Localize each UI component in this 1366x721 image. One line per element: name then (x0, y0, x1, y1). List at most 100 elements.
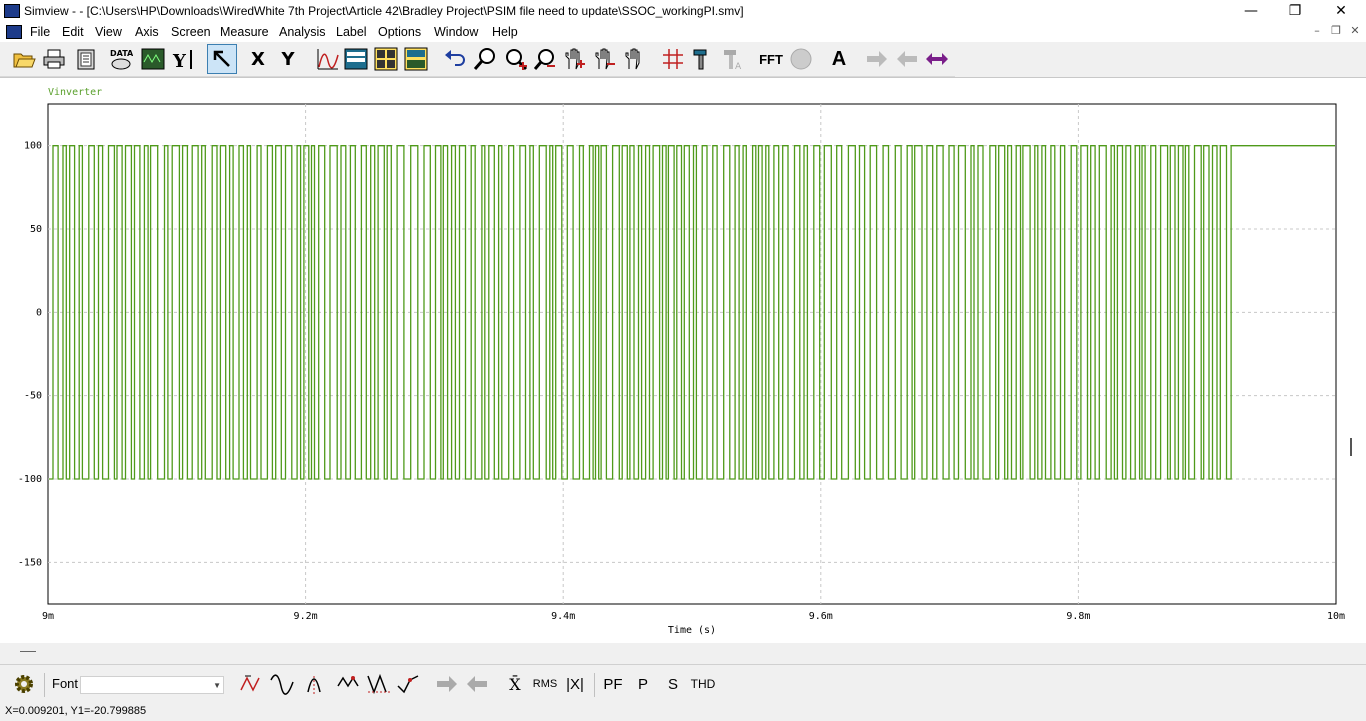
measure-max-icon[interactable] (238, 671, 266, 697)
title-bar: Simview - - [C:\Users\HP\Downloads\Wired… (0, 0, 1366, 22)
x-tick-label: 10m (1327, 611, 1345, 622)
thd-button[interactable]: THD (689, 671, 717, 697)
menu-measure[interactable]: Measure (220, 25, 269, 39)
clipboard-icon[interactable] (73, 46, 99, 72)
p-button[interactable]: P (632, 671, 654, 697)
x-axis-label: Time (s) (668, 625, 716, 636)
data-icon[interactable]: DATA (108, 46, 134, 72)
font-label: Font (52, 676, 79, 691)
x-axis-ticks: 9m 9.2m 9.4m 9.6m 9.8m 10m (42, 611, 1345, 622)
x-tick-label: 9.4m (551, 611, 575, 622)
scope-icon[interactable] (140, 46, 166, 72)
settings-gear-icon[interactable] (11, 671, 37, 697)
window-title: Simview - - [C:\Users\HP\Downloads\Wired… (24, 4, 744, 18)
fft-disabled-icon (788, 46, 814, 72)
select-cursor-icon[interactable] (207, 44, 237, 74)
print-icon[interactable] (41, 46, 67, 72)
menu-axis[interactable]: Axis (135, 25, 159, 39)
y-tick-label: -100 (18, 474, 42, 485)
plot-panel[interactable]: 100 50 0 -50 -100 -150 9m 9.2m 9.4m 9.6m 9.8m 10m … (0, 77, 1366, 661)
table-view-icon[interactable] (343, 46, 369, 72)
marker-icon[interactable] (690, 46, 716, 72)
document-icon[interactable] (6, 25, 22, 39)
menu-label[interactable]: Label (336, 25, 367, 39)
local-min-icon[interactable] (365, 671, 393, 697)
mdi-minimize-button[interactable]: – (1308, 24, 1326, 40)
grid-toggle-icon[interactable] (660, 46, 686, 72)
zoom-in-icon[interactable] (503, 46, 529, 72)
font-select[interactable]: ▼ (80, 676, 224, 694)
menu-help[interactable]: Help (492, 25, 518, 39)
s-button[interactable]: S (662, 671, 684, 697)
series-legend: Vinverter (48, 87, 102, 98)
x-tick-label: 9.6m (809, 611, 833, 622)
average-button[interactable]: X̄ (503, 671, 527, 697)
waveform-chart[interactable]: 100500-50-100-150 9m 9.2m 9.4m 9.6m 9.8m 10m … (0, 78, 1366, 644)
pan-minus-icon[interactable] (592, 46, 618, 72)
cursor-readout: X=0.009201, Y1=-20.799885 (5, 705, 147, 717)
menu-file[interactable]: File (30, 25, 50, 39)
open-file-icon[interactable] (11, 46, 37, 72)
pan-plus-icon[interactable] (562, 46, 588, 72)
horizontal-splitter[interactable] (0, 643, 1366, 661)
status-bar: X=0.009201, Y1=-20.799885 (0, 703, 1366, 721)
menu-analysis[interactable]: Analysis (279, 25, 326, 39)
menu-bar: File Edit View Axis Screen Measure Analy… (0, 22, 1366, 42)
double-arrow-icon[interactable] (924, 46, 950, 72)
separator (594, 673, 595, 697)
hand-icon[interactable] (622, 46, 648, 72)
app-icon (4, 4, 20, 18)
rms-button[interactable]: RMS (531, 671, 559, 697)
x-tick-label: 9.8m (1066, 611, 1090, 622)
y-tick-label: 100 (24, 141, 42, 152)
splitter-grip (20, 651, 36, 652)
menu-edit[interactable]: Edit (62, 25, 84, 39)
waveform-icon[interactable] (315, 46, 341, 72)
y-axis-ticks: 100 50 0 -50 -100 -150 (18, 141, 42, 569)
x-axis-button[interactable]: X (245, 46, 271, 72)
vertical-splitter-handle[interactable] (1350, 438, 1352, 456)
x-tick-label: 9m (42, 611, 54, 622)
y-axis-icon[interactable]: Y (170, 46, 196, 72)
next-max-icon[interactable] (305, 671, 333, 697)
bottom-arrow-right-icon (434, 671, 460, 697)
bottom-arrow-left-icon (464, 671, 490, 697)
abs-average-button[interactable]: |X| (562, 671, 588, 697)
grid-view-icon[interactable] (373, 46, 399, 72)
y-tick-label: 50 (30, 224, 42, 235)
text-tool-button[interactable]: A (826, 46, 852, 72)
menu-window[interactable]: Window (434, 25, 478, 39)
arrow-right-icon (864, 46, 890, 72)
close-button[interactable]: ✕ (1318, 0, 1364, 22)
minimize-button[interactable]: — (1228, 0, 1274, 22)
menu-screen[interactable]: Screen (171, 25, 211, 39)
marker-disabled-icon: A (720, 46, 746, 72)
x-tick-label: 9.2m (294, 611, 318, 622)
mdi-restore-button[interactable]: ❐ (1327, 24, 1345, 40)
data-icon-text: DATA (110, 49, 133, 58)
multi-screen-icon[interactable] (403, 46, 429, 72)
zoom-out-icon[interactable] (533, 46, 559, 72)
mdi-close-button[interactable]: ✕ (1346, 24, 1364, 40)
separator (44, 673, 45, 697)
next-min-icon[interactable] (335, 671, 363, 697)
svg-text:A: A (735, 62, 742, 71)
y-tick-label: 0 (36, 307, 42, 318)
arrow-left-icon (894, 46, 920, 72)
y-tick-label: -150 (18, 557, 42, 568)
main-toolbar: DATA Y X Y A FFT A (0, 42, 955, 77)
svg-text:Y: Y (172, 51, 187, 71)
chevron-down-icon: ▼ (213, 681, 221, 690)
pf-button[interactable]: PF (600, 671, 626, 697)
plot-frame (47, 103, 1337, 605)
y-axis-button[interactable]: Y (275, 46, 301, 72)
measure-min-icon[interactable] (268, 671, 296, 697)
restore-button[interactable]: ❐ (1272, 0, 1318, 22)
menu-view[interactable]: View (95, 25, 122, 39)
fft-button[interactable]: FFT (757, 46, 785, 72)
zoom-icon[interactable] (472, 46, 498, 72)
undo-zoom-icon[interactable] (442, 46, 468, 72)
menu-options[interactable]: Options (378, 25, 421, 39)
local-max-icon[interactable] (395, 671, 423, 697)
y-tick-label: -50 (24, 391, 42, 402)
